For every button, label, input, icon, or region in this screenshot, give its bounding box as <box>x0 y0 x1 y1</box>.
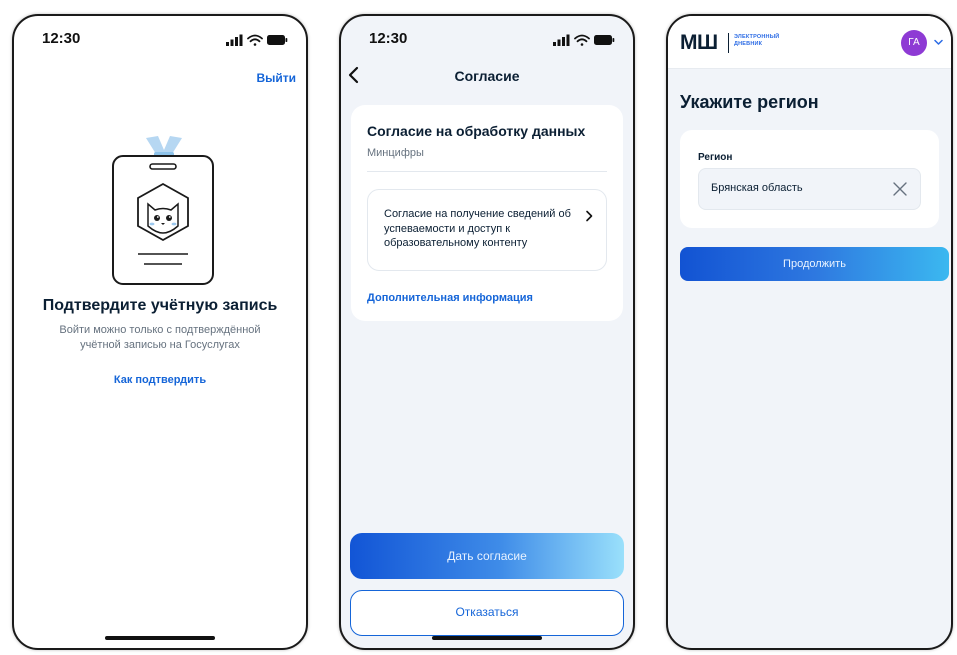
signal-icon <box>553 34 570 46</box>
logo-subtitle-line1: ЭЛЕКТРОННЫЙ <box>734 34 780 40</box>
region-select[interactable]: Брянская область <box>698 168 921 210</box>
close-icon[interactable] <box>892 181 908 197</box>
how-to-confirm-link[interactable]: Как подтвердить <box>14 374 306 386</box>
app-logo: МШ <box>680 31 718 54</box>
app-header: МШ ЭЛЕКТРОННЫЙ ДНЕВНИК ГА <box>668 16 951 69</box>
page-title: Согласие <box>454 68 520 84</box>
logout-link[interactable]: Выйти <box>256 71 296 85</box>
more-info-link[interactable]: Дополнительная информация <box>367 292 533 304</box>
status-bar: 12:30 <box>14 30 306 52</box>
consent-card-subtitle: Минцифры <box>367 147 424 159</box>
avatar[interactable]: ГА <box>901 30 927 56</box>
logo-subtitle-line2: ДНЕВНИК <box>734 40 763 47</box>
consent-card: Согласие на обработку данных Минцифры Со… <box>351 105 623 321</box>
phone-screen-confirm-account: 12:30 Выйти Подтвердите учётную запись В… <box>12 14 308 650</box>
battery-icon <box>267 35 288 45</box>
phone-screen-select-region: МШ ЭЛЕКТРОННЫЙ ДНЕВНИК ГА Укажите регион… <box>666 14 953 650</box>
region-value: Брянская область <box>711 182 803 194</box>
status-bar: 12:30 <box>341 30 633 52</box>
home-indicator <box>432 636 542 640</box>
region-card: Регион Брянская область <box>680 130 939 228</box>
home-indicator <box>105 636 215 640</box>
page-title: Укажите регион <box>680 92 819 112</box>
divider <box>367 171 607 172</box>
status-time: 12:30 <box>369 30 408 47</box>
continue-button[interactable]: Продолжить <box>680 247 949 281</box>
signal-icon <box>226 34 243 46</box>
status-icons <box>553 34 615 46</box>
status-time: 12:30 <box>42 30 81 47</box>
status-icons <box>226 34 288 46</box>
badge-cat-illustration <box>112 136 214 285</box>
consent-card-title: Согласие на обработку данных <box>367 123 586 139</box>
page-title: Подтвердите учётную запись <box>42 297 278 314</box>
chevron-down-icon[interactable] <box>934 39 943 46</box>
logo-subtitle: ЭЛЕКТРОННЫЙ ДНЕВНИК <box>734 34 779 47</box>
agree-button[interactable]: Дать согласие <box>350 533 624 579</box>
wifi-icon <box>247 34 263 46</box>
page-subtitle: Войти можно только с подтверждённой учёт… <box>59 324 261 351</box>
phone-screen-consent: 12:30 Согласие Согласие на обработку дан… <box>339 14 635 650</box>
decline-button[interactable]: Отказаться <box>350 590 624 636</box>
wifi-icon <box>574 34 590 46</box>
region-label: Регион <box>698 152 733 163</box>
chevron-right-icon <box>586 210 593 222</box>
consent-item[interactable]: Согласие на получение сведений об успева… <box>367 189 607 271</box>
battery-icon <box>594 35 615 45</box>
logo-divider <box>728 33 729 53</box>
consent-item-label: Согласие на получение сведений об успева… <box>384 208 571 249</box>
